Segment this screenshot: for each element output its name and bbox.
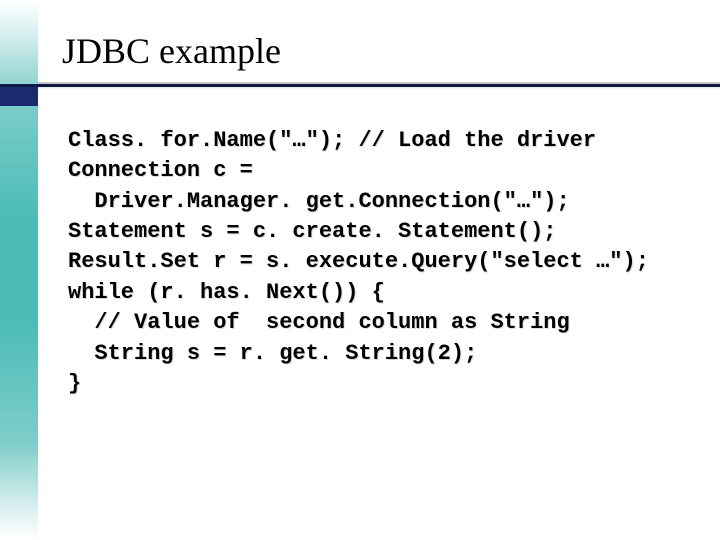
code-block: Class. for.Name("…"); // Load the driver…	[68, 126, 688, 399]
slide: JDBC example Class. for.Name("…"); // Lo…	[0, 0, 720, 540]
slide-title: JDBC example	[62, 30, 281, 72]
title-underline-shadow	[38, 82, 720, 90]
left-gradient-stripe	[0, 0, 38, 540]
